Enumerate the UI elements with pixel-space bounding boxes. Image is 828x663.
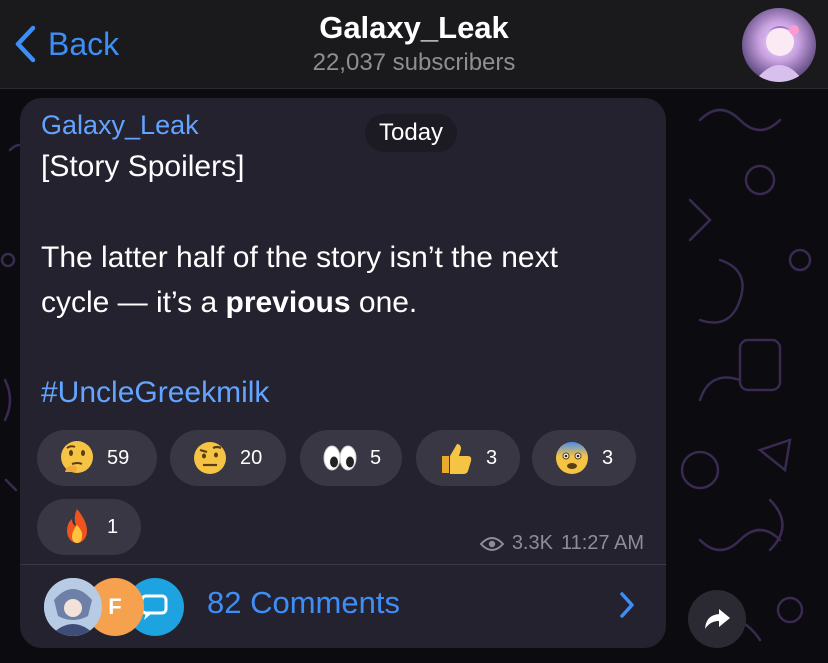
chevron-left-icon [15,25,36,63]
fire-icon [67,509,87,543]
raised-eyebrow-face-icon [194,442,226,474]
hashtag-link[interactable]: #UncleGreekmilk [41,376,269,410]
view-count: 3.3K [511,532,553,554]
comments-label: 82 Comments [207,585,400,620]
message-line-2: The latter half of the story isn’t the n… [41,241,558,274]
back-label: Back [48,25,120,62]
reaction-count: 59 [107,446,130,469]
reaction-count: 3 [486,446,498,469]
thumbs-up-icon [442,444,472,474]
chevron-right-icon [620,592,634,618]
fearful-face-icon [556,442,588,474]
reaction-count: 1 [107,515,119,538]
channel-avatar[interactable] [742,8,816,82]
reaction-count: 20 [240,446,263,469]
forward-button[interactable] [688,590,746,648]
text-segment: cycle — it’s a [41,286,226,319]
subscriber-count: 22,037 subscribers [312,49,516,76]
commenter-avatar [44,578,102,636]
reaction-fearful[interactable]: 3 [532,430,636,486]
message-bubble: Galaxy_Leak Today [Story Spoilers] The l… [20,98,666,648]
eyes-icon [323,445,357,471]
channel-title[interactable]: Galaxy_Leak [214,10,614,46]
message-line-1: [Story Spoilers] [41,150,245,183]
reaction-thinking[interactable]: 59 [37,430,157,486]
share-arrow-icon [705,609,730,629]
chat-header: Back Galaxy_Leak 22,037 subscribers [0,0,828,89]
comments-button[interactable]: F 82 Comments [20,565,666,648]
eye-icon [479,536,504,551]
message-author[interactable]: Galaxy_Leak [41,110,199,141]
date-badge: Today [365,114,458,152]
reaction-eyes[interactable]: 5 [300,430,402,486]
thinking-face-icon [61,441,93,473]
message-line-3: cycle — it’s a previous one. [41,286,417,320]
back-button[interactable]: Back [14,24,119,64]
commenter-initial: F [108,594,122,619]
bold-text: previous [225,286,351,319]
message-meta: 3.3K 11:27 AM [479,532,644,555]
text-segment: one. [350,286,418,319]
reaction-fire[interactable]: 1 [37,499,141,555]
reaction-thumbs-up[interactable]: 3 [416,430,520,486]
reaction-eyebrow[interactable]: 20 [170,430,286,486]
reaction-count: 3 [602,446,614,469]
message-time: 11:27 AM [560,532,644,554]
reaction-count: 5 [370,446,382,469]
